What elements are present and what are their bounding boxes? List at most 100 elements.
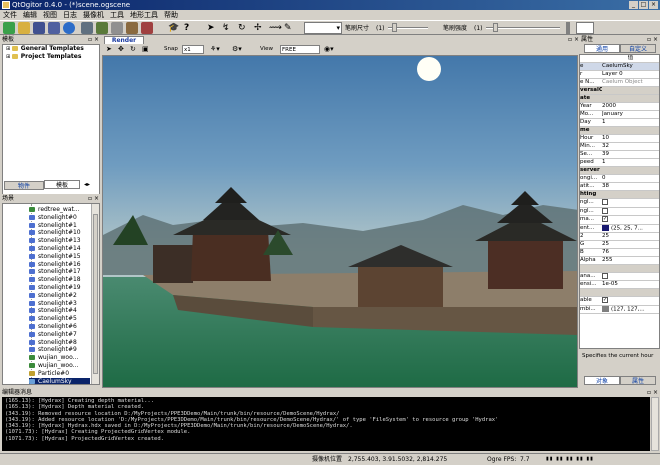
property-row[interactable]: versalClock	[580, 86, 659, 96]
open-folder-icon[interactable]	[18, 22, 30, 34]
property-checkbox[interactable]: ✓	[602, 297, 608, 304]
brush-strength-thumb[interactable]	[493, 23, 498, 32]
terrain-tool-combo[interactable]	[304, 22, 342, 34]
property-row[interactable]: hting	[580, 190, 659, 200]
property-value[interactable]	[602, 198, 659, 208]
menu-help[interactable]: 帮助	[164, 10, 178, 20]
property-value[interactable]	[602, 207, 659, 217]
property-value[interactable]	[602, 94, 659, 104]
scene-tree-item[interactable]: redtree_wat...	[29, 206, 90, 214]
message-log[interactable]: (165.13): [Hydrax] Creating depth materi…	[2, 397, 650, 451]
render-mode-icon[interactable]: ⚙▾	[232, 45, 242, 54]
menu-file[interactable]: 文件	[3, 10, 17, 20]
scene-tree-item[interactable]: wujian_woo...	[29, 362, 90, 370]
property-value[interactable]: 2000	[602, 102, 659, 112]
save-as-icon[interactable]	[48, 22, 60, 34]
property-row[interactable]: peed 1	[580, 158, 659, 168]
minimize-button[interactable]: _	[629, 1, 638, 9]
property-checkbox[interactable]	[602, 272, 608, 279]
tab-properties[interactable]: 属性	[620, 376, 656, 385]
display-options-icon[interactable]: ◉▾	[324, 45, 334, 54]
property-value[interactable]: ✓	[602, 296, 659, 306]
scene-tree-item[interactable]: stonelight#14	[29, 245, 90, 253]
property-row[interactable]: Mo... January	[580, 110, 659, 120]
scene-tree-item[interactable]: stonelight#16	[29, 261, 90, 269]
property-value[interactable]: 1e-05	[602, 280, 659, 290]
scene-tree-item[interactable]: stonelight#6	[29, 323, 90, 331]
property-row[interactable]: ate	[580, 94, 659, 104]
scene-tree-item[interactable]: stonelight#18	[29, 276, 90, 284]
scene-tree-item[interactable]: stonelight#3	[29, 300, 90, 308]
brush-color-box[interactable]	[576, 22, 594, 34]
log-scrollbar[interactable]	[651, 397, 659, 451]
property-checkbox[interactable]	[602, 199, 608, 206]
property-row[interactable]: Se... 39	[580, 150, 659, 160]
brush-strength-slider[interactable]	[486, 23, 560, 32]
property-row[interactable]: e N... Caelum Object	[580, 78, 659, 88]
view-combo[interactable]: FREE	[280, 45, 320, 54]
close-button[interactable]: ×	[649, 1, 658, 9]
viewport-float-close-icon[interactable]: ▫ ×	[568, 36, 579, 43]
property-row[interactable]: e CaelumSky	[580, 62, 659, 72]
whats-this-icon[interactable]: ?	[184, 23, 189, 34]
color-swatch[interactable]	[602, 305, 609, 312]
property-row[interactable]: Year 2000	[580, 102, 659, 112]
scale-tool-icon[interactable]: ✢	[254, 23, 262, 34]
property-value[interactable]: Caelum Object	[602, 78, 659, 88]
scene-tree-item[interactable]: stonelight#4	[29, 307, 90, 315]
menu-edit[interactable]: 编辑	[23, 10, 37, 20]
tab-custom[interactable]: 自定义	[620, 44, 656, 53]
scene-tree-item[interactable]: stonelight#7	[29, 331, 90, 339]
menu-log[interactable]: 日志	[63, 10, 77, 20]
property-row[interactable]: Min... 32	[580, 142, 659, 152]
scene-tree-item[interactable]: stonelight#15	[29, 253, 90, 261]
property-value[interactable]: CaelumSky	[602, 62, 659, 72]
scene-tree-item[interactable]: wujian_woo...	[29, 354, 90, 362]
property-value[interactable]: 1	[602, 118, 659, 128]
property-value[interactable]: 255	[602, 256, 659, 266]
panel-float-close-icon[interactable]: ▫ ×	[647, 388, 658, 397]
property-value[interactable]: 32	[602, 142, 659, 152]
property-row[interactable]: Day 1	[580, 118, 659, 128]
select-tool-icon[interactable]: ➤	[207, 23, 215, 34]
property-row[interactable]: Alpha 255	[580, 256, 659, 266]
property-value[interactable]	[602, 190, 659, 200]
property-row[interactable]: ongi... 0	[580, 174, 659, 184]
panel-float-close-icon[interactable]: ▫ ×	[88, 35, 99, 44]
new-scene-icon[interactable]	[3, 22, 15, 34]
menu-tools[interactable]: 工具	[110, 10, 124, 20]
property-value[interactable]	[602, 126, 659, 136]
property-row[interactable]: able ✓	[580, 296, 659, 306]
property-value[interactable]	[602, 272, 659, 282]
scene-tree-item[interactable]: stonelight#13	[29, 237, 90, 245]
property-value[interactable]	[602, 86, 659, 96]
property-value[interactable]: Layer 0	[602, 70, 659, 80]
tab-object-props[interactable]: 对象	[584, 376, 620, 385]
property-value[interactable]: ✓	[602, 215, 659, 225]
property-value[interactable]	[602, 166, 659, 176]
vp-rotate-icon[interactable]: ↻	[130, 45, 136, 54]
scene-tree-item[interactable]: stonelight#1	[29, 222, 90, 230]
export-icon[interactable]	[126, 22, 138, 34]
property-row[interactable]	[580, 264, 659, 273]
scene-tree-item[interactable]: stonelight#2	[29, 292, 90, 300]
camera-mode-icon[interactable]: ⚘▾	[210, 45, 220, 54]
property-value[interactable]: 39	[602, 150, 659, 160]
scene-tree-item[interactable]: Particle#0	[29, 370, 90, 378]
project-icon[interactable]	[81, 22, 93, 34]
property-value[interactable]: 25	[602, 240, 659, 250]
scene-tree-item[interactable]: stonelight#19	[29, 284, 90, 292]
settings-icon[interactable]	[96, 22, 108, 34]
property-row[interactable]: mbi... (127, 127,...	[580, 305, 659, 315]
paint-tool-icon[interactable]: ✎	[284, 23, 292, 34]
panel-float-close-icon[interactable]: ▫ ×	[88, 194, 99, 203]
menu-camera[interactable]: 摄像机	[83, 10, 104, 20]
property-row[interactable]: ensi... 1e-05	[580, 280, 659, 290]
deform-tool-icon[interactable]: ⟿	[269, 23, 282, 34]
property-value[interactable]: (127, 127,...	[602, 305, 659, 315]
maximize-button[interactable]: □	[639, 1, 648, 9]
scene-scrollbar[interactable]	[91, 204, 99, 384]
scene-render[interactable]	[103, 45, 578, 388]
property-value[interactable]: 38	[602, 182, 659, 192]
menu-view[interactable]: 视图	[43, 10, 57, 20]
